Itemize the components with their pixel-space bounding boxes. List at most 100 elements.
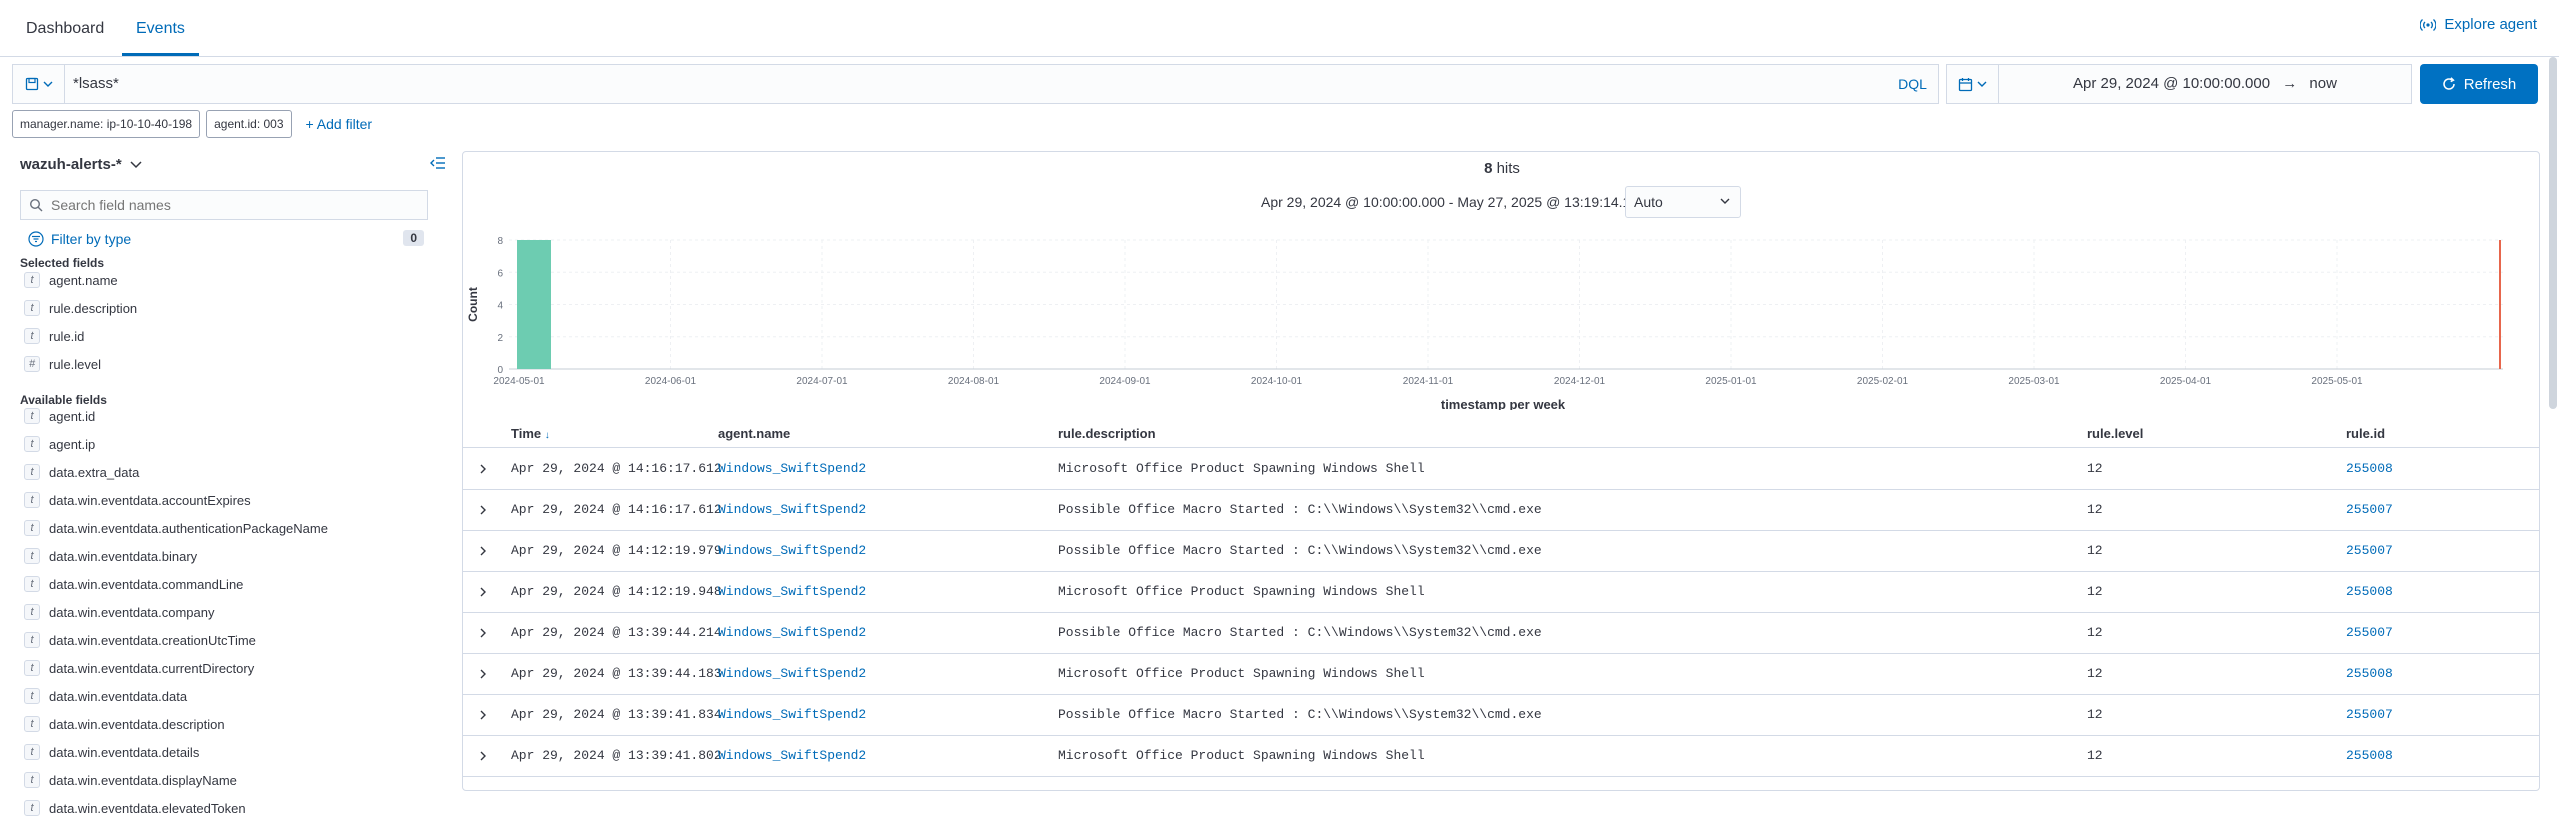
y-tick-label: 2 bbox=[497, 333, 503, 344]
table-row[interactable]: Apr 29, 2024 @ 14:16:17.612 Windows_Swift… bbox=[463, 449, 2539, 490]
x-tick-label: 2025-05-01 bbox=[2311, 376, 2363, 387]
field-item[interactable]: t data.win.eventdata.authenticationPackag… bbox=[24, 516, 328, 540]
filter-pill-manager[interactable]: manager.name: ip-10-10-40-198 bbox=[12, 110, 201, 138]
cell-agent-name[interactable]: Windows_SwiftSpend2 bbox=[718, 531, 866, 571]
cell-agent-name[interactable]: Windows_SwiftSpend2 bbox=[718, 572, 866, 612]
field-item[interactable]: t data.win.eventdata.currentDirectory bbox=[24, 656, 254, 680]
cell-rule-id[interactable]: 255007 bbox=[2346, 695, 2393, 735]
cell-rule-id[interactable]: 255008 bbox=[2346, 736, 2393, 776]
cell-agent-name[interactable]: Windows_SwiftSpend2 bbox=[718, 613, 866, 653]
query-language-button[interactable]: DQL bbox=[1887, 64, 1939, 104]
table-row[interactable]: Apr 29, 2024 @ 14:12:19.979 Windows_Swift… bbox=[463, 531, 2539, 572]
date-range-display[interactable]: Apr 29, 2024 @ 10:00:00.000 → now bbox=[1999, 65, 2411, 103]
sort-down-icon[interactable]: ↓ bbox=[545, 430, 550, 441]
field-sidebar: wazuh-alerts-* Filter by type 0 Selected… bbox=[0, 148, 455, 823]
column-header-agent-name[interactable]: agent.name bbox=[718, 426, 790, 441]
field-item[interactable]: t data.win.eventdata.binary bbox=[24, 544, 197, 568]
field-item[interactable]: t data.win.eventdata.details bbox=[24, 740, 199, 764]
chevron-down-icon bbox=[1720, 198, 1730, 204]
quick-date-button[interactable] bbox=[1947, 65, 1999, 103]
explore-agent-button[interactable]: Explore agent bbox=[2420, 16, 2537, 33]
add-filter-button[interactable]: + Add filter bbox=[306, 116, 373, 132]
table-row[interactable]: Apr 29, 2024 @ 13:39:41.834 Windows_Swift… bbox=[463, 695, 2539, 736]
chevron-right-icon[interactable] bbox=[477, 709, 489, 721]
cell-rule-description: Possible Office Macro Started : C:\\Wind… bbox=[1058, 625, 1542, 640]
field-item[interactable]: t agent.id bbox=[24, 404, 95, 428]
cell-agent-name[interactable]: Windows_SwiftSpend2 bbox=[718, 449, 866, 489]
chevron-right-icon[interactable] bbox=[477, 627, 489, 639]
field-item[interactable]: t rule.description bbox=[24, 296, 137, 320]
field-name: data.extra_data bbox=[49, 464, 140, 480]
filter-pill-agent[interactable]: agent.id: 003 bbox=[206, 110, 292, 138]
column-header-rule-id[interactable]: rule.id bbox=[2346, 426, 2385, 441]
table-row[interactable]: Apr 29, 2024 @ 14:16:17.612 Windows_Swift… bbox=[463, 490, 2539, 531]
field-item[interactable]: t data.win.eventdata.commandLine bbox=[24, 572, 243, 596]
refresh-button[interactable]: Refresh bbox=[2420, 64, 2538, 104]
cell-rule-level: 12 bbox=[2087, 666, 2103, 681]
column-header-rule-level[interactable]: rule.level bbox=[2087, 426, 2143, 441]
column-header-time[interactable]: Time ↓ bbox=[511, 426, 550, 441]
field-item[interactable]: t data.win.eventdata.description bbox=[24, 712, 225, 736]
table-row[interactable]: Apr 29, 2024 @ 13:39:44.214 Windows_Swift… bbox=[463, 613, 2539, 654]
cell-rule-id[interactable]: 255007 bbox=[2346, 613, 2393, 653]
field-item[interactable]: t data.win.eventdata.accountExpires bbox=[24, 488, 251, 512]
field-item[interactable]: t data.extra_data bbox=[24, 460, 139, 484]
date-arrow: → bbox=[2282, 75, 2298, 92]
cell-agent-name[interactable]: Windows_SwiftSpend2 bbox=[718, 490, 866, 530]
field-name: rule.id bbox=[49, 328, 85, 344]
histogram-chart: 0 2 4 6 8 2024-05-01 2024-06-01 2024-07-01 2024-… bbox=[466, 236, 2503, 410]
field-item[interactable]: t data.win.eventdata.company bbox=[24, 600, 215, 624]
index-pattern-selector[interactable]: wazuh-alerts-* bbox=[20, 156, 142, 173]
collapse-sidebar-button[interactable] bbox=[430, 156, 446, 173]
table-row[interactable]: Apr 29, 2024 @ 13:39:41.802 Windows_Swift… bbox=[463, 736, 2539, 777]
x-tick-label: 2024-08-01 bbox=[948, 376, 1000, 387]
table-row[interactable]: Apr 29, 2024 @ 13:39:44.183 Windows_Swift… bbox=[463, 654, 2539, 695]
chevron-right-icon[interactable] bbox=[477, 586, 489, 598]
interval-select[interactable]: Auto bbox=[1625, 186, 1741, 218]
date-end[interactable]: now bbox=[2309, 75, 2337, 92]
cell-time: Apr 29, 2024 @ 14:12:19.948 bbox=[511, 584, 722, 599]
page-scrollbar[interactable] bbox=[2549, 57, 2557, 409]
chevron-right-icon[interactable] bbox=[477, 463, 489, 475]
field-item[interactable]: t data.win.eventdata.elevatedToken bbox=[24, 796, 246, 820]
filter-count-badge: 0 bbox=[403, 230, 424, 246]
field-item[interactable]: # rule.level bbox=[24, 352, 101, 376]
chevron-right-icon[interactable] bbox=[477, 668, 489, 680]
string-type-icon: t bbox=[24, 576, 40, 592]
cell-agent-name[interactable]: Windows_SwiftSpend2 bbox=[718, 736, 866, 776]
save-icon bbox=[25, 77, 38, 91]
string-type-icon: t bbox=[24, 604, 40, 620]
cell-rule-id[interactable]: 255007 bbox=[2346, 490, 2393, 530]
tab-events[interactable]: Events bbox=[122, 0, 199, 56]
field-item[interactable]: t data.win.eventdata.displayName bbox=[24, 768, 237, 792]
cell-time: Apr 29, 2024 @ 13:39:41.834 bbox=[511, 707, 722, 722]
column-header-rule-description[interactable]: rule.description bbox=[1058, 426, 1156, 441]
cell-rule-id[interactable]: 255008 bbox=[2346, 572, 2393, 612]
saved-query-button[interactable] bbox=[13, 65, 65, 103]
field-item[interactable]: t agent.ip bbox=[24, 432, 95, 456]
table-row[interactable]: Apr 29, 2024 @ 14:12:19.948 Windows_Swift… bbox=[463, 572, 2539, 613]
x-tick-label: 2024-11-01 bbox=[1403, 376, 1454, 387]
cell-rule-id[interactable]: 255007 bbox=[2346, 531, 2393, 571]
cell-rule-level: 12 bbox=[2087, 584, 2103, 599]
field-item[interactable]: t agent.name bbox=[24, 268, 118, 292]
field-name: data.win.eventdata.description bbox=[49, 716, 225, 732]
date-start[interactable]: Apr 29, 2024 @ 10:00:00.000 bbox=[2073, 75, 2270, 92]
string-type-icon: t bbox=[24, 464, 40, 480]
field-item[interactable]: t rule.id bbox=[24, 324, 84, 348]
chevron-right-icon[interactable] bbox=[477, 504, 489, 516]
cell-agent-name[interactable]: Windows_SwiftSpend2 bbox=[718, 695, 866, 735]
tab-dashboard[interactable]: Dashboard bbox=[26, 0, 104, 56]
query-input[interactable] bbox=[73, 65, 1873, 103]
cell-rule-id[interactable]: 255008 bbox=[2346, 449, 2393, 489]
chevron-right-icon[interactable] bbox=[477, 750, 489, 762]
field-item[interactable]: t data.win.eventdata.data bbox=[24, 684, 187, 708]
field-item[interactable]: t data.win.eventdata.creationUtcTime bbox=[24, 628, 256, 652]
chevron-right-icon[interactable] bbox=[477, 545, 489, 557]
filter-by-type-button[interactable]: Filter by type 0 bbox=[28, 228, 428, 250]
cell-agent-name[interactable]: Windows_SwiftSpend2 bbox=[718, 654, 866, 694]
field-name: agent.ip bbox=[49, 436, 96, 452]
cell-rule-level: 12 bbox=[2087, 707, 2103, 722]
cell-rule-id[interactable]: 255008 bbox=[2346, 654, 2393, 694]
field-search-input[interactable] bbox=[51, 191, 421, 219]
